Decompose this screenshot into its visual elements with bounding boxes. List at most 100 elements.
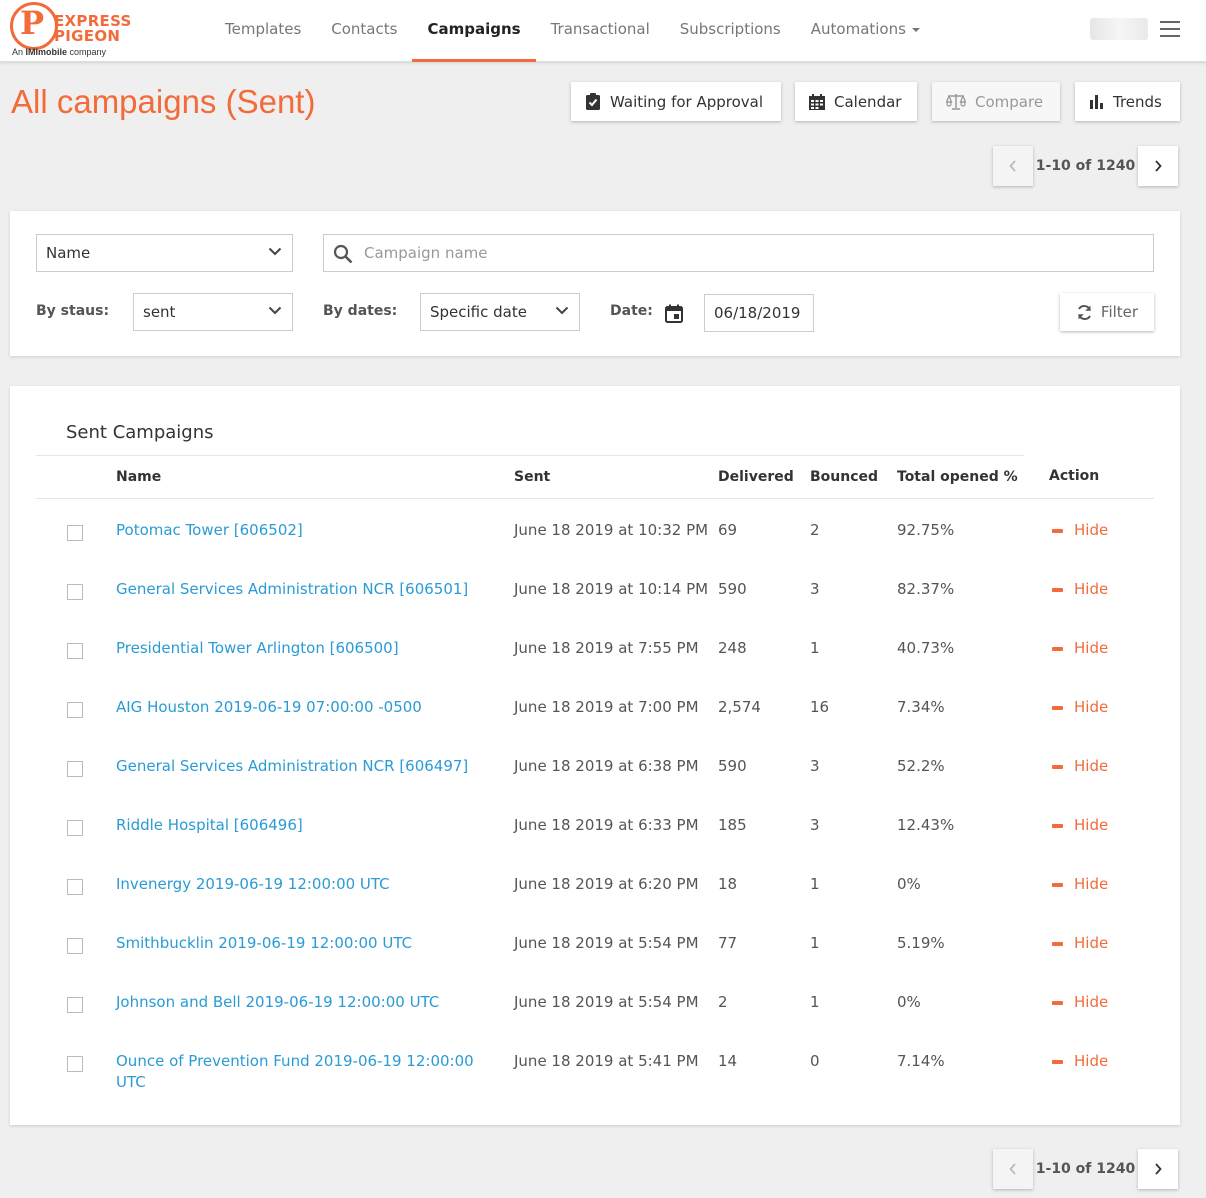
express-pigeon-logo[interactable]: P EXPRESS PIGEON An IMImobile company: [10, 2, 131, 60]
col-header-sent[interactable]: Sent: [514, 469, 550, 485]
campaign-name-link[interactable]: Ounce of Prevention Fund 2019-06-19 12:0…: [116, 1051, 486, 1093]
opened-percent: 5.19%: [897, 934, 945, 952]
waiting-for-approval-button[interactable]: Waiting for Approval: [571, 82, 781, 121]
hide-label: Hide: [1074, 757, 1109, 775]
sent-date: June 18 2019 at 10:14 PM: [514, 580, 709, 598]
chevron-down-icon: [268, 247, 282, 256]
logo-sub-suffix: company: [67, 47, 107, 57]
clipboard-check-icon: [586, 93, 600, 110]
campaign-name-link[interactable]: Potomac Tower [606502]: [116, 520, 486, 541]
delivered-count: 77: [718, 934, 738, 952]
dates-select-value: Specific date: [430, 303, 527, 321]
campaign-name-link[interactable]: General Services Administration NCR [606…: [116, 579, 486, 600]
opened-percent: 92.75%: [897, 521, 955, 539]
hide-button[interactable]: Hide: [1052, 579, 1108, 600]
campaign-name-link[interactable]: General Services Administration NCR [606…: [116, 756, 486, 777]
col-header-opened[interactable]: Total opened %: [897, 469, 1018, 485]
calendar-label: Calendar: [834, 92, 902, 111]
campaign-search-input[interactable]: [364, 235, 1144, 271]
hide-button[interactable]: Hide: [1052, 992, 1108, 1013]
bounced-count: 3: [810, 816, 820, 834]
col-header-delivered[interactable]: Delivered: [718, 469, 794, 485]
next-page-button[interactable]: [1138, 146, 1178, 186]
campaign-name-link[interactable]: Johnson and Bell 2019-06-19 12:00:00 UTC: [116, 992, 486, 1013]
chevron-down-icon: [268, 306, 282, 315]
date-label: Date:: [610, 303, 653, 319]
sent-date: June 18 2019 at 7:00 PM: [514, 698, 699, 716]
opened-percent: 0%: [897, 875, 921, 893]
prev-page-button[interactable]: [993, 1149, 1033, 1189]
hamburger-menu-icon[interactable]: [1160, 21, 1180, 37]
hide-button[interactable]: Hide: [1052, 874, 1108, 895]
hide-button[interactable]: Hide: [1052, 520, 1108, 541]
col-header-action: Action: [1049, 468, 1100, 484]
delivered-count: 590: [718, 757, 747, 775]
status-select[interactable]: sent: [133, 293, 293, 331]
campaign-search-box: [323, 234, 1154, 272]
col-header-name[interactable]: Name: [116, 469, 161, 485]
hide-button[interactable]: Hide: [1052, 815, 1108, 836]
row-checkbox[interactable]: [67, 938, 83, 954]
search-field-select[interactable]: Name: [36, 234, 293, 272]
nav-transactional[interactable]: Transactional: [536, 0, 665, 62]
opened-percent: 7.14%: [897, 1052, 945, 1070]
hide-button[interactable]: Hide: [1052, 933, 1108, 954]
table-title: Sent Campaigns: [66, 422, 214, 443]
hide-button[interactable]: Hide: [1052, 697, 1108, 718]
dates-select[interactable]: Specific date: [420, 293, 580, 331]
hide-button[interactable]: Hide: [1052, 1051, 1108, 1072]
status-filter-label: By staus:: [36, 303, 110, 319]
bounced-count: 1: [810, 934, 820, 952]
opened-percent: 52.2%: [897, 757, 945, 775]
opened-percent: 7.34%: [897, 698, 945, 716]
refresh-icon: [1077, 304, 1091, 320]
sent-date: June 18 2019 at 7:55 PM: [514, 639, 699, 657]
row-checkbox[interactable]: [67, 702, 83, 718]
row-checkbox[interactable]: [67, 820, 83, 836]
trends-label: Trends: [1113, 92, 1162, 111]
table-row: General Services Administration NCR [606…: [10, 558, 1180, 617]
hide-label: Hide: [1074, 934, 1109, 952]
row-checkbox[interactable]: [67, 997, 83, 1013]
row-checkbox[interactable]: [67, 643, 83, 659]
delivered-count: 18: [718, 875, 738, 893]
pagination-info: 1-10 of 1240: [1035, 1161, 1136, 1177]
date-picker-icon[interactable]: [665, 304, 683, 323]
nav-contacts[interactable]: Contacts: [316, 0, 412, 62]
campaign-name-link[interactable]: Smithbucklin 2019-06-19 12:00:00 UTC: [116, 933, 486, 954]
nav-automations[interactable]: Automations: [796, 0, 935, 62]
compare-button[interactable]: Compare: [932, 82, 1060, 121]
delivered-count: 69: [718, 521, 738, 539]
user-avatar[interactable]: [1090, 18, 1148, 40]
date-input[interactable]: 06/18/2019: [704, 294, 814, 332]
hide-label: Hide: [1074, 875, 1109, 893]
row-checkbox[interactable]: [67, 761, 83, 777]
sent-date: June 18 2019 at 6:20 PM: [514, 875, 699, 893]
table-row: Ounce of Prevention Fund 2019-06-19 12:0…: [10, 1030, 1180, 1110]
next-page-button[interactable]: [1138, 1149, 1178, 1189]
row-checkbox[interactable]: [67, 879, 83, 895]
hide-button[interactable]: Hide: [1052, 638, 1108, 659]
prev-page-button[interactable]: [993, 146, 1033, 186]
nav-subscriptions[interactable]: Subscriptions: [665, 0, 796, 62]
col-header-bounced[interactable]: Bounced: [810, 469, 878, 485]
hide-button[interactable]: Hide: [1052, 756, 1108, 777]
search-field-value: Name: [46, 244, 91, 262]
row-checkbox[interactable]: [67, 1056, 83, 1072]
filter-button-label: Filter: [1100, 303, 1139, 321]
calendar-button[interactable]: Calendar: [795, 82, 917, 121]
minus-icon: [1052, 941, 1063, 946]
filter-button[interactable]: Filter: [1060, 293, 1154, 331]
row-checkbox[interactable]: [67, 584, 83, 600]
campaign-name-link[interactable]: Riddle Hospital [606496]: [116, 815, 486, 836]
nav-campaigns[interactable]: Campaigns: [412, 0, 536, 62]
nav-templates[interactable]: Templates: [210, 0, 316, 62]
row-checkbox[interactable]: [67, 525, 83, 541]
title-divider: [36, 455, 1024, 456]
campaign-name-link[interactable]: AIG Houston 2019-06-19 07:00:00 -0500: [116, 697, 486, 718]
pagination-info: 1-10 of 1240: [1035, 158, 1136, 174]
trends-button[interactable]: Trends: [1075, 82, 1180, 121]
campaign-name-link[interactable]: Presidential Tower Arlington [606500]: [116, 638, 486, 659]
chevron-right-icon: [1155, 1163, 1162, 1175]
campaign-name-link[interactable]: Invenergy 2019-06-19 12:00:00 UTC: [116, 874, 486, 895]
